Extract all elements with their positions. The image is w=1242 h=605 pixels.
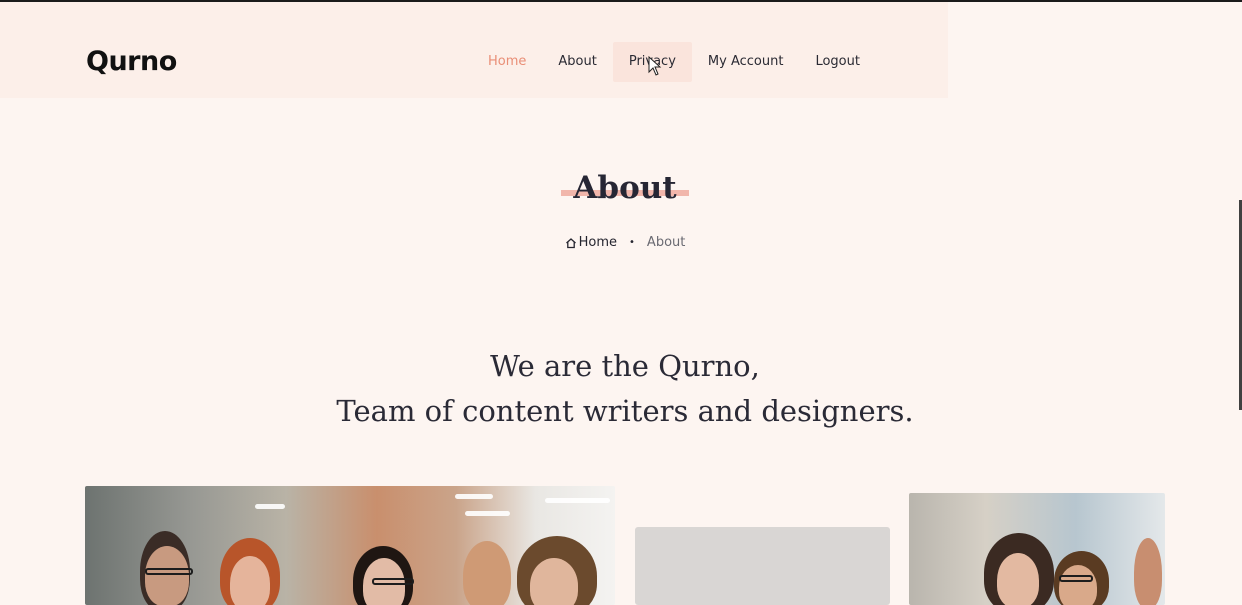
- glasses: [1059, 575, 1093, 582]
- nav-item-logout[interactable]: Logout: [799, 42, 876, 82]
- site-header: Qurno Home About Privacy My Account Logo…: [0, 2, 948, 98]
- about-headline: We are the Qurno, Team of content writer…: [0, 344, 1242, 434]
- glasses: [372, 578, 414, 585]
- person-figure: [1134, 538, 1162, 605]
- home-icon: [565, 237, 576, 248]
- person-face: [530, 558, 578, 605]
- person-face: [145, 546, 189, 605]
- page-title-text: About: [573, 170, 677, 206]
- breadcrumb-separator: •: [629, 237, 635, 248]
- main-nav: Home About Privacy My Account Logout: [472, 42, 876, 82]
- ceiling-light: [545, 498, 610, 503]
- breadcrumb: Home • About: [0, 235, 1242, 250]
- headline-line-2: Team of content writers and designers.: [336, 394, 914, 428]
- mouse-cursor-icon: [648, 56, 662, 76]
- headline-line-1: We are the Qurno,: [490, 349, 760, 383]
- person-face: [230, 556, 270, 605]
- photo-placeholder: [635, 527, 890, 605]
- breadcrumb-home-label: Home: [578, 235, 618, 250]
- nav-item-about[interactable]: About: [542, 42, 612, 82]
- breadcrumb-current: About: [646, 235, 686, 250]
- person-face: [463, 541, 511, 605]
- person-face: [997, 553, 1039, 605]
- breadcrumb-home-link[interactable]: Home: [565, 235, 617, 250]
- nav-item-home[interactable]: Home: [472, 42, 542, 82]
- page-title-wrap: About: [0, 168, 1242, 208]
- site-logo[interactable]: Qurno: [86, 47, 177, 77]
- ceiling-light: [465, 511, 510, 516]
- glasses: [145, 568, 193, 575]
- ceiling-light: [255, 504, 285, 509]
- nav-item-my-account[interactable]: My Account: [692, 42, 800, 82]
- team-photo-main: [85, 486, 615, 605]
- ceiling-light: [455, 494, 493, 499]
- team-photo-side: [909, 493, 1165, 605]
- page-title: About: [561, 168, 689, 208]
- person-face: [1059, 565, 1097, 605]
